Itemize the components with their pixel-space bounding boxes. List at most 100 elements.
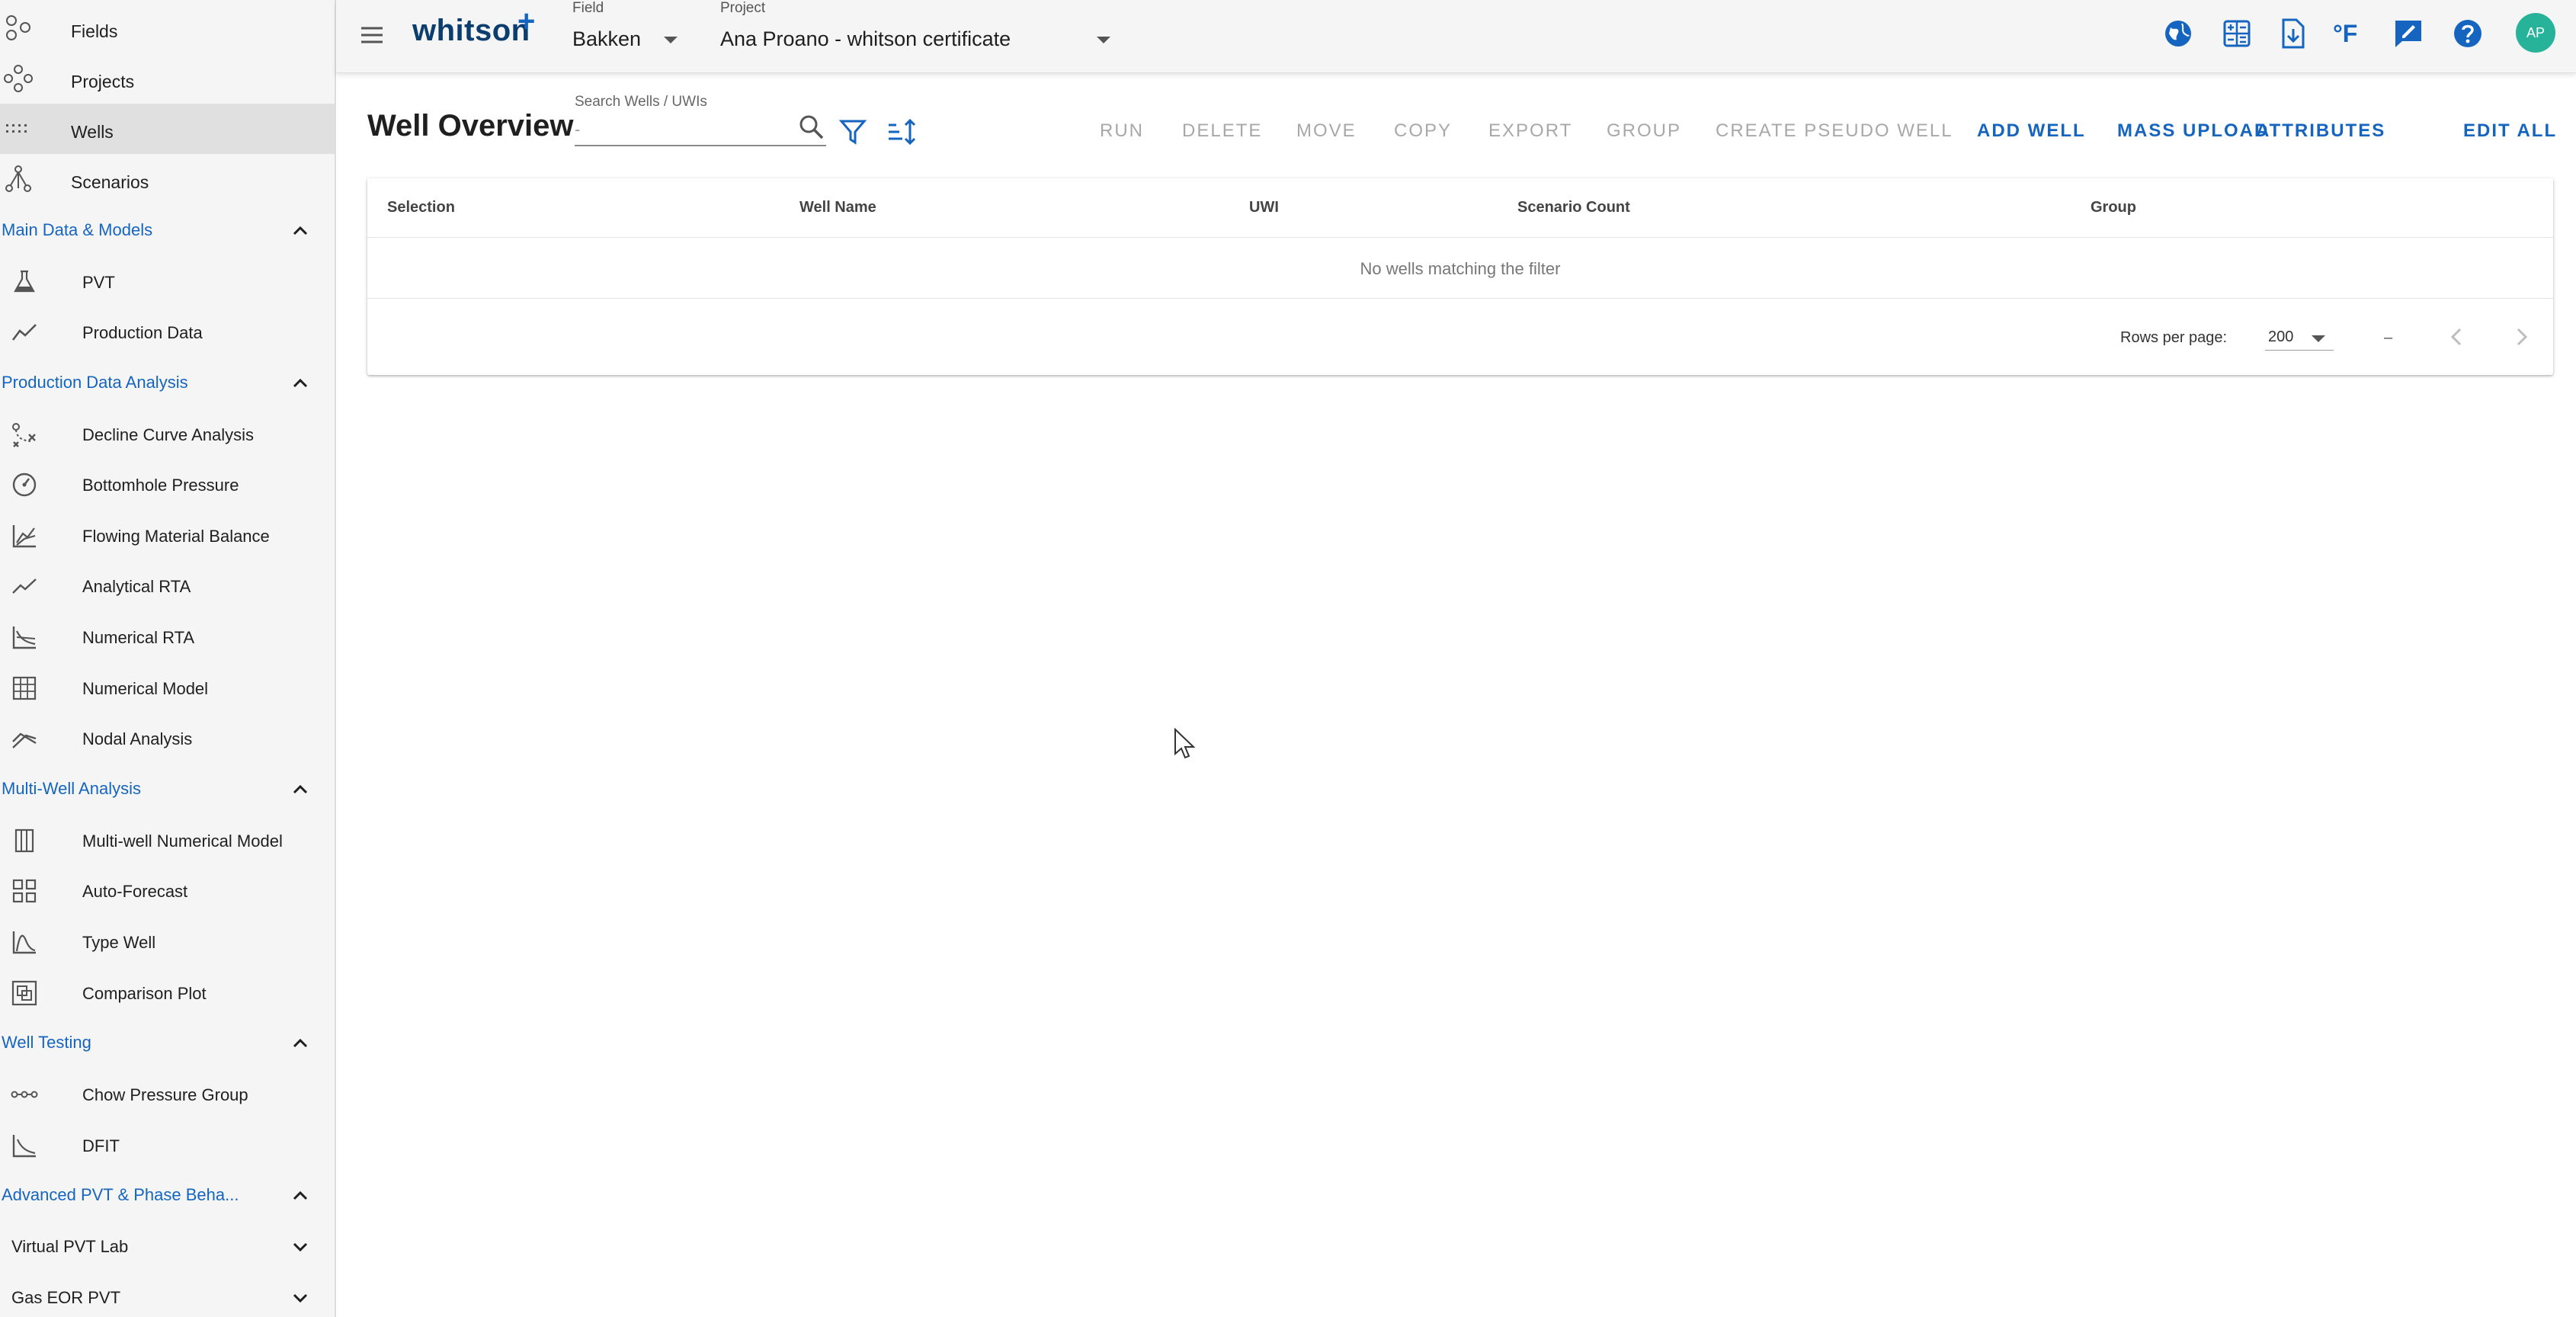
- edit-all-button[interactable]: EDIT ALL: [2463, 120, 2557, 142]
- feedback-icon[interactable]: [2392, 17, 2425, 50]
- filter-icon[interactable]: [837, 116, 869, 148]
- material-balance-icon: [12, 525, 36, 548]
- globe-icon[interactable]: [2161, 17, 2195, 50]
- dfit-icon: [12, 1135, 36, 1158]
- chevron-down-icon: [293, 1242, 308, 1252]
- column-header-uwi[interactable]: UWI: [1249, 199, 1279, 216]
- download-icon[interactable]: [2276, 17, 2309, 50]
- sidebar-item-dfit[interactable]: DFIT: [0, 1120, 335, 1171]
- sidebar-item-label: Scenarios: [71, 172, 149, 192]
- sidebar-item-decline-curve-analysis[interactable]: Decline Curve Analysis: [0, 409, 335, 460]
- section-advanced-pvt[interactable]: Advanced PVT & Phase Beha...: [0, 1171, 335, 1221]
- wells-table: Selection Well Name UWI Scenario Count G…: [367, 178, 2553, 375]
- whitson-logo: whitson +: [412, 5, 535, 48]
- sidebar-item-fields[interactable]: Fields: [0, 3, 335, 53]
- subsection-virtual-pvt-lab[interactable]: Virtual PVT Lab: [0, 1222, 335, 1272]
- section-main-data-models[interactable]: Main Data & Models: [0, 206, 335, 256]
- scenarios-icon: [5, 165, 31, 192]
- create-pseudo-well-button[interactable]: CREATE PSEUDO WELL: [1716, 120, 1953, 142]
- previous-page-button[interactable]: [2439, 319, 2475, 355]
- section-title: Production Data Analysis: [2, 373, 188, 392]
- column-header-selection[interactable]: Selection: [387, 199, 455, 216]
- column-header-well-name[interactable]: Well Name: [799, 199, 876, 216]
- sidebar-item-label: Flowing Material Balance: [82, 527, 270, 546]
- section-title: Well Testing: [2, 1033, 91, 1052]
- section-production-data-analysis[interactable]: Production Data Analysis: [0, 358, 335, 409]
- caret-down-icon: [1097, 37, 1110, 43]
- sidebar-item-scenarios[interactable]: Scenarios: [0, 154, 335, 204]
- sidebar-item-numerical-model[interactable]: Numerical Model: [0, 663, 335, 713]
- sidebar-item-label: Decline Curve Analysis: [82, 425, 254, 444]
- project-select[interactable]: Ana Proano - whitson certificate: [720, 23, 1162, 58]
- sidebar-item-label: Fields: [71, 21, 118, 41]
- chevron-up-icon: [293, 1038, 308, 1048]
- comparison-icon: [11, 980, 37, 1006]
- columns-icon: [14, 828, 34, 853]
- project-select-label: Project: [720, 0, 766, 16]
- sidebar-item-nodal-analysis[interactable]: Nodal Analysis: [0, 713, 335, 764]
- sidebar-item-label: Projects: [71, 72, 135, 91]
- export-button[interactable]: EXPORT: [1488, 120, 1572, 142]
- search-input[interactable]: [575, 114, 826, 146]
- sidebar-item-comparison-plot[interactable]: Comparison Plot: [0, 968, 335, 1018]
- sidebar-item-label: PVT: [82, 273, 115, 292]
- add-well-button[interactable]: ADD WELL: [1977, 120, 2086, 142]
- sidebar-item-numerical-rta[interactable]: Numerical RTA: [0, 612, 335, 662]
- projects-icon: [4, 65, 33, 92]
- sidebar-item-label: DFIT: [82, 1136, 120, 1155]
- subsection-gas-eor-pvt[interactable]: Gas EOR PVT: [0, 1273, 335, 1317]
- field-select-label: Field: [572, 0, 604, 16]
- search-icon[interactable]: [797, 113, 826, 142]
- next-page-button[interactable]: [2503, 319, 2539, 355]
- user-avatar[interactable]: AP: [2516, 13, 2555, 53]
- sidebar-item-type-well[interactable]: Type Well: [0, 917, 335, 967]
- chevron-up-icon: [293, 378, 308, 388]
- sidebar-item-pvt[interactable]: PVT: [0, 257, 335, 307]
- sidebar-item-label: Nodal Analysis: [82, 729, 193, 748]
- caret-down-icon: [2312, 335, 2325, 342]
- section-well-testing[interactable]: Well Testing: [0, 1018, 335, 1069]
- mass-upload-button[interactable]: MASS UPLOAD: [2117, 120, 2269, 142]
- project-select-value: Ana Proano - whitson certificate: [720, 27, 1011, 50]
- attributes-button[interactable]: ATTRIBUTES: [2256, 120, 2385, 142]
- sidebar-item-wells[interactable]: Wells: [0, 104, 335, 154]
- sort-icon[interactable]: [886, 116, 918, 148]
- rows-per-page-value: 200: [2268, 328, 2294, 345]
- dashboard-grid-icon: [12, 879, 37, 903]
- sidebar-item-flowing-material-balance[interactable]: Flowing Material Balance: [0, 511, 335, 561]
- group-button[interactable]: GROUP: [1607, 120, 1681, 142]
- column-header-group[interactable]: Group: [2091, 199, 2136, 216]
- column-header-scenario-count[interactable]: Scenario Count: [1517, 199, 1630, 216]
- run-button[interactable]: RUN: [1100, 120, 1144, 142]
- units-icon[interactable]: °F: [2333, 17, 2371, 50]
- calculator-icon[interactable]: [2220, 17, 2254, 50]
- sidebar-item-label: Multi-well Numerical Model: [82, 832, 283, 851]
- move-button[interactable]: MOVE: [1296, 120, 1357, 142]
- chevron-down-icon: [293, 1293, 308, 1303]
- subsection-title: Gas EOR PVT: [11, 1288, 121, 1307]
- sidebar-item-production-data[interactable]: Production Data: [0, 307, 335, 357]
- sidebar-item-chow-pressure-group[interactable]: Chow Pressure Group: [0, 1069, 335, 1120]
- trend-icon: [12, 578, 37, 594]
- chow-icon: [11, 1091, 38, 1098]
- copy-button[interactable]: COPY: [1394, 120, 1452, 142]
- page-title: Well Overview: [367, 109, 574, 143]
- sidebar-item-projects[interactable]: Projects: [0, 53, 335, 104]
- field-select[interactable]: Bakken: [572, 23, 710, 58]
- sidebar-item-label: Comparison Plot: [82, 984, 207, 1003]
- flask-icon: [14, 270, 35, 293]
- sidebar-item-bottomhole-pressure[interactable]: Bottomhole Pressure: [0, 460, 335, 510]
- section-multi-well-analysis[interactable]: Multi-Well Analysis: [0, 764, 335, 815]
- logo-text: whitson: [412, 14, 530, 47]
- sidebar-item-analytical-rta[interactable]: Analytical RTA: [0, 561, 335, 611]
- line-chart-icon: [11, 324, 37, 341]
- sidebar-item-multi-well-numerical-model[interactable]: Multi-well Numerical Model: [0, 816, 335, 866]
- sidebar-item-auto-forecast[interactable]: Auto-Forecast: [0, 866, 335, 916]
- rows-per-page-select[interactable]: 200: [2265, 323, 2334, 351]
- help-icon[interactable]: [2451, 17, 2485, 50]
- type-well-icon: [12, 931, 36, 954]
- sidebar-item-label: Bottomhole Pressure: [82, 476, 239, 495]
- hamburger-menu-icon[interactable]: [357, 20, 387, 50]
- delete-button[interactable]: DELETE: [1182, 120, 1262, 142]
- decline-curve-icon: [12, 423, 36, 447]
